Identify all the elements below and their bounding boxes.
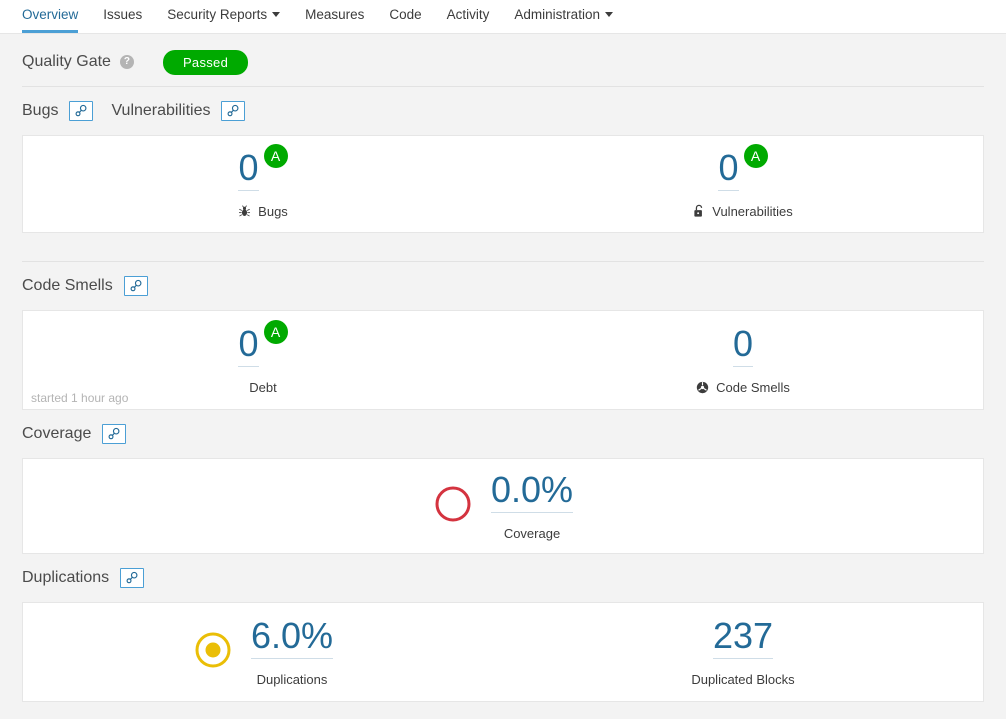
coverage-measure-label: Coverage — [504, 526, 560, 541]
nav-item-label: Security Reports — [167, 6, 268, 22]
nav-item-code[interactable]: Code — [389, 6, 422, 34]
duplications-label-text: Duplications — [256, 671, 328, 687]
duplicated-blocks-measure: 237 Duplicated Blocks — [503, 603, 983, 701]
coverage-gauge-icon — [433, 484, 473, 529]
vulnerabilities-measure-label: Vulnerabilities — [693, 203, 793, 219]
nav-item-activity[interactable]: Activity — [446, 6, 490, 34]
nav-item-administration[interactable]: Administration — [514, 6, 613, 34]
debt-measure-line: 0 A — [238, 319, 288, 367]
quality-gate-title: Quality Gate — [22, 53, 111, 70]
nav-item-label: Issues — [103, 6, 143, 22]
link-icon[interactable] — [102, 424, 127, 444]
duplicated-blocks-measure-label: Duplicated Blocks — [691, 672, 794, 687]
help-icon[interactable]: ? — [119, 55, 134, 69]
duplications-gauge-icon — [193, 630, 233, 675]
debt-value[interactable]: 0 — [238, 325, 259, 367]
nav-item-label: Administration — [514, 6, 600, 22]
code-smells-heading: Code Smells — [22, 262, 984, 310]
bugs-vulnerabilities-heading: Bugs Vulnerabilities — [22, 87, 984, 135]
code-smells-footer: started 1 hour ago — [31, 391, 129, 405]
nav-item-overview[interactable]: Overview — [22, 6, 79, 33]
vulnerabilities-value[interactable]: 0 — [718, 149, 739, 191]
nav-item-label: Activity — [446, 6, 490, 22]
coverage-measure: 0.0% Coverage — [23, 459, 983, 553]
duplicated-blocks-label-text: Duplicated Blocks — [691, 671, 795, 687]
main-navigation: Overview Issues Security Reports Measure… — [0, 0, 1006, 34]
bugs-value[interactable]: 0 — [238, 149, 259, 191]
coverage-label-text: Coverage — [503, 525, 561, 541]
coverage-section-title: Coverage — [22, 425, 92, 442]
vulnerabilities-label-text: Vulnerabilities — [712, 203, 793, 219]
chevron-down-icon — [272, 11, 281, 17]
duplications-measure-stack: 6.0% Duplications — [250, 617, 334, 687]
code-smells-section-title: Code Smells — [22, 277, 113, 294]
link-icon[interactable] — [123, 276, 148, 296]
bugs-measure: 0 A Bugs — [23, 136, 503, 232]
bugs-section-title: Bugs — [22, 102, 59, 119]
code-smells-measure-line: 0 — [732, 325, 754, 367]
bugs-label-text: Bugs — [258, 203, 288, 219]
duplications-heading: Duplications — [22, 554, 984, 602]
nav-item-label: Measures — [305, 6, 365, 22]
open-lock-icon — [693, 204, 705, 218]
link-icon[interactable] — [221, 101, 246, 121]
coverage-heading: Coverage — [22, 410, 984, 458]
duplications-measure: 6.0% Duplications — [23, 603, 503, 701]
link-icon[interactable] — [69, 101, 94, 121]
duplications-card: 6.0% Duplications 237 Duplicated Blocks — [22, 602, 984, 702]
coverage-card: 0.0% Coverage — [22, 458, 984, 554]
debt-rating-badge[interactable]: A — [263, 319, 288, 344]
vulnerabilities-section-title: Vulnerabilities — [111, 102, 211, 119]
coverage-value[interactable]: 0.0% — [490, 471, 574, 513]
code-smells-value[interactable]: 0 — [732, 325, 754, 367]
nav-item-label: Code — [389, 6, 422, 22]
nav-item-issues[interactable]: Issues — [103, 6, 143, 34]
duplicated-blocks-value[interactable]: 237 — [712, 617, 774, 659]
nav-item-security-reports[interactable]: Security Reports — [167, 6, 281, 34]
duplications-measure-label: Duplications — [257, 672, 328, 687]
quality-gate-row: Quality Gate ? Passed — [22, 34, 984, 86]
bugs-rating-badge[interactable]: A — [263, 143, 288, 168]
duplications-section-title: Duplications — [22, 569, 110, 586]
vulnerabilities-rating-badge[interactable]: A — [743, 143, 768, 168]
code-smells-card: 0 A Debt 0 Code Smells started 1 hour ag… — [22, 310, 984, 410]
quality-gate-status-badge[interactable]: Passed — [162, 49, 249, 75]
duplicated-blocks-measure-line: 237 — [712, 617, 774, 659]
vulnerabilities-measure: 0 A Vulnerabilities — [503, 136, 983, 232]
bugs-measure-label: Bugs — [238, 204, 288, 219]
nav-item-measures[interactable]: Measures — [305, 6, 365, 34]
nav-item-label: Overview — [22, 6, 79, 22]
bug-icon — [238, 204, 251, 218]
bugs-measure-line: 0 A — [238, 143, 288, 191]
coverage-measure-stack: 0.0% Coverage — [490, 471, 574, 541]
link-icon[interactable] — [120, 568, 145, 588]
vulnerabilities-measure-line: 0 A — [718, 143, 768, 191]
duplications-value[interactable]: 6.0% — [250, 617, 334, 659]
bugs-vulnerabilities-card: 0 A Bugs 0 A Vulnerabilities — [22, 135, 984, 233]
chevron-down-icon — [604, 11, 613, 17]
overview-page: Quality Gate ? Passed Bugs Vulnerabiliti… — [0, 34, 1006, 702]
